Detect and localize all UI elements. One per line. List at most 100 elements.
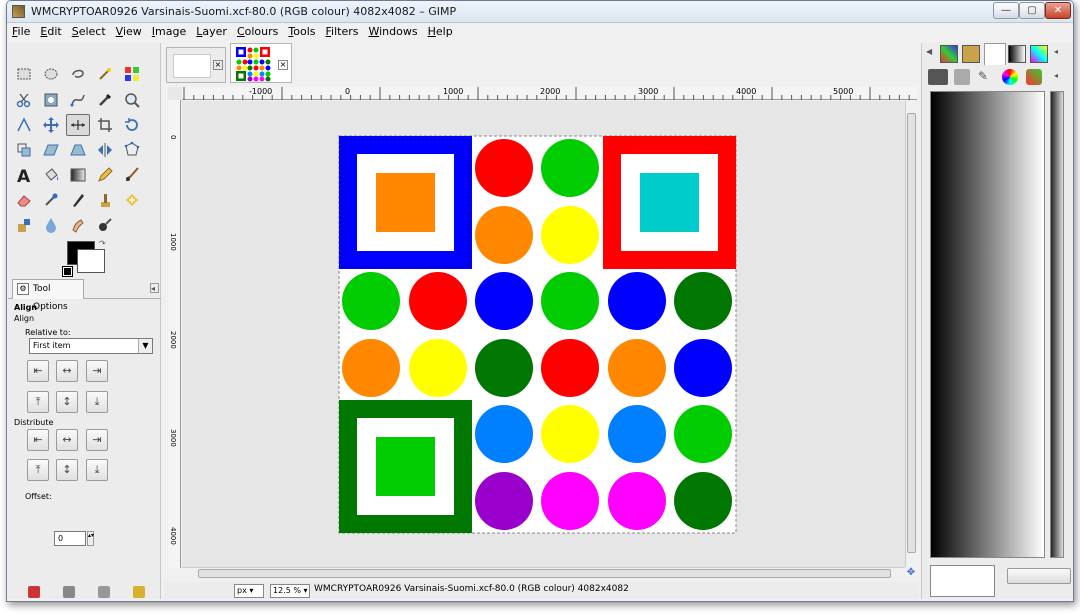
ellipse-select-tool-icon[interactable] xyxy=(39,63,63,85)
ink-tool-icon[interactable] xyxy=(66,189,90,211)
scissors-tool-icon[interactable] xyxy=(12,89,36,111)
menu-tools[interactable]: Tools xyxy=(283,23,320,40)
align-left-button[interactable]: ⇤ xyxy=(27,360,49,382)
distribute-bottom-button[interactable]: ⤓ xyxy=(86,459,108,481)
dock2-tab-menu-icon[interactable]: ◂ xyxy=(1054,71,1063,83)
vertical-ruler[interactable]: 0 1000 2000 3000 4000 xyxy=(168,100,181,568)
menu-windows[interactable]: Windows xyxy=(363,23,422,40)
ruler-corner[interactable] xyxy=(168,87,182,100)
perspective-clone-icon[interactable] xyxy=(12,214,36,236)
brush-preview[interactable] xyxy=(930,565,995,597)
background-colour[interactable] xyxy=(77,249,105,273)
blur-sharpen-icon[interactable] xyxy=(39,214,63,236)
menu-view[interactable]: View xyxy=(111,23,147,40)
undo-history-tab-icon[interactable] xyxy=(1026,69,1042,85)
align-center-button[interactable]: ↔ xyxy=(56,360,78,382)
image-tab-2[interactable]: × xyxy=(230,43,292,83)
gradient-list[interactable] xyxy=(1050,91,1064,558)
relative-to-select[interactable]: First item ▼ xyxy=(29,338,153,354)
patterns-tab-icon[interactable] xyxy=(962,45,980,63)
layers-tab-icon[interactable] xyxy=(928,69,948,85)
scale-tool-icon[interactable] xyxy=(12,139,36,161)
delete-options-icon[interactable] xyxy=(98,586,110,598)
image-tab-1[interactable]: × xyxy=(166,47,226,83)
crop-tool-icon[interactable] xyxy=(93,114,117,136)
colours-tab-icon[interactable] xyxy=(1002,69,1018,85)
paths-tab-icon[interactable]: ✎ xyxy=(978,69,994,85)
menu-image[interactable]: Image xyxy=(147,23,191,40)
menu-file[interactable]: File xyxy=(7,23,35,40)
fg-bg-colour-selector[interactable]: ↷ xyxy=(62,239,111,277)
tool-options-tab[interactable]: ⚙ Tool Options xyxy=(12,279,84,312)
distribute-center-button[interactable]: ↔ xyxy=(56,429,78,451)
menu-filters[interactable]: Filters xyxy=(321,23,364,40)
gradient-preview[interactable] xyxy=(930,91,1045,558)
gradients-tab-icon[interactable] xyxy=(1008,45,1026,63)
align-bottom-button[interactable]: ⤓ xyxy=(86,391,108,413)
text-tool-icon[interactable]: A xyxy=(12,164,36,186)
offset-spinner[interactable]: ▴▾ xyxy=(87,531,94,546)
menu-colours[interactable]: Colours xyxy=(232,23,283,40)
measure-tool-icon[interactable] xyxy=(12,114,36,136)
distribute-top-button[interactable]: ⤒ xyxy=(27,459,49,481)
pencil-tool-icon[interactable] xyxy=(93,164,117,186)
perspective-tool-icon[interactable] xyxy=(66,139,90,161)
distribute-left-button[interactable]: ⇤ xyxy=(27,429,49,451)
save-options-icon[interactable] xyxy=(28,586,40,598)
image-canvas[interactable] xyxy=(182,101,905,567)
paintbrush-tool-icon[interactable] xyxy=(120,164,144,186)
align-tool-icon[interactable] xyxy=(66,114,90,136)
bucket-fill-icon[interactable] xyxy=(39,164,63,186)
maximize-button[interactable]: ▢ xyxy=(1019,2,1045,19)
vertical-scroll-thumb[interactable] xyxy=(907,113,916,553)
vertical-scrollbar[interactable] xyxy=(905,101,917,567)
fonts-tab-icon[interactable] xyxy=(1030,45,1048,63)
zoom-tool-icon[interactable] xyxy=(120,89,144,111)
fuzzy-select-tool-icon[interactable] xyxy=(93,63,117,85)
align-top-button[interactable]: ⤒ xyxy=(27,391,49,413)
dock-menu-icon[interactable]: ◀ xyxy=(926,47,935,59)
by-colour-select-icon[interactable] xyxy=(120,63,144,85)
swap-colours-icon[interactable]: ↷ xyxy=(99,239,108,248)
smudge-tool-icon[interactable] xyxy=(66,214,90,236)
minimize-button[interactable]: — xyxy=(993,2,1019,19)
reset-colours-icon[interactable] xyxy=(62,266,73,277)
unit-select[interactable]: px ▾ xyxy=(234,584,264,598)
foreground-select-icon[interactable] xyxy=(39,89,63,111)
navigate-icon[interactable]: ✥ xyxy=(905,567,917,580)
close-icon[interactable]: × xyxy=(278,60,288,70)
title-bar[interactable]: WMCRYPTOAR0926 Varsinais-Suomi.xcf-80.0 … xyxy=(7,1,1073,23)
palettes-tab-icon[interactable] xyxy=(940,45,958,63)
flip-tool-icon[interactable] xyxy=(93,139,117,161)
blend-tool-icon[interactable] xyxy=(66,164,90,186)
channels-tab-icon[interactable] xyxy=(954,69,970,85)
zoom-select[interactable]: 12.5 % ▾ xyxy=(270,584,310,598)
rect-select-tool-icon[interactable] xyxy=(12,63,36,85)
clone-tool-icon[interactable] xyxy=(93,189,117,211)
dodge-burn-icon[interactable] xyxy=(93,214,117,236)
dock-tab-menu-icon[interactable]: ◂ xyxy=(1054,47,1063,59)
distribute-right-button[interactable]: ⇥ xyxy=(86,429,108,451)
airbrush-tool-icon[interactable] xyxy=(39,189,63,211)
menu-select[interactable]: Select xyxy=(67,23,111,40)
move-tool-icon[interactable] xyxy=(39,114,63,136)
offset-input[interactable]: 0 xyxy=(54,531,86,546)
distribute-middle-button[interactable]: ↕ xyxy=(56,459,78,481)
align-middle-button[interactable]: ↕ xyxy=(56,391,78,413)
menu-help[interactable]: Help xyxy=(423,23,458,40)
rotate-tool-icon[interactable] xyxy=(120,114,144,136)
align-right-button[interactable]: ⇥ xyxy=(86,360,108,382)
menu-edit[interactable]: Edit xyxy=(35,23,66,40)
colour-picker-icon[interactable] xyxy=(93,89,117,111)
heal-tool-icon[interactable] xyxy=(120,189,144,211)
horizontal-ruler[interactable]: -1000 0 1000 2000 3000 4000 5000 xyxy=(182,87,917,100)
reset-options-icon[interactable] xyxy=(133,586,145,598)
menu-layer[interactable]: Layer xyxy=(191,23,232,40)
close-button[interactable]: ✕ xyxy=(1045,2,1071,19)
edit-brush-button[interactable] xyxy=(1007,568,1071,584)
restore-options-icon[interactable] xyxy=(63,586,75,598)
horizontal-scrollbar[interactable] xyxy=(182,567,905,580)
horizontal-scroll-thumb[interactable] xyxy=(198,569,891,578)
cage-tool-icon[interactable] xyxy=(120,139,144,161)
close-icon[interactable]: × xyxy=(213,60,223,70)
